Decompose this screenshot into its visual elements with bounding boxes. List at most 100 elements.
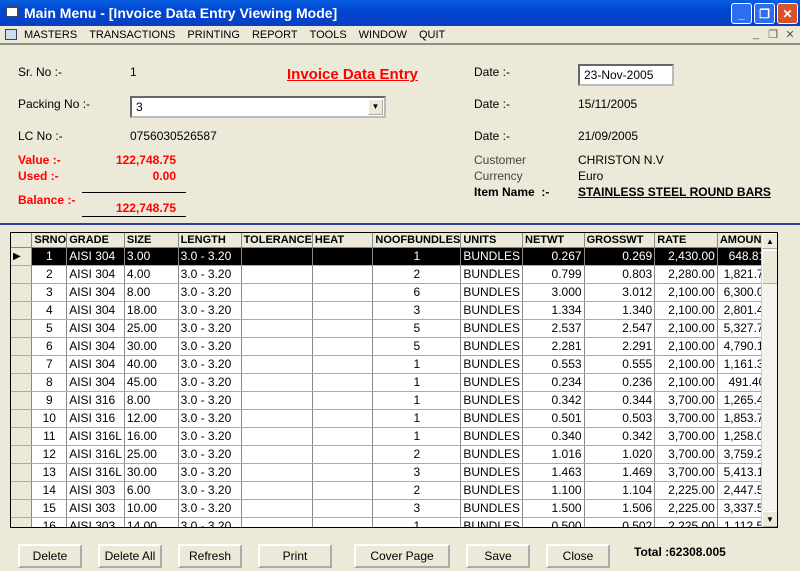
save-button[interactable]: Save <box>466 544 530 568</box>
row-selector[interactable] <box>11 481 33 500</box>
cell-heat[interactable] <box>312 265 374 284</box>
cell-rate[interactable]: 2,280.00 <box>654 265 718 284</box>
cell-noofbundles[interactable]: 3 <box>372 499 462 518</box>
cell-length[interactable]: 3.0 - 3.20 <box>178 517 242 527</box>
scroll-thumb[interactable] <box>762 250 777 284</box>
cell-tolerance[interactable] <box>241 463 313 482</box>
cell-netwt[interactable]: 0.234 <box>522 373 585 392</box>
cell-rate[interactable]: 3,700.00 <box>654 409 718 428</box>
cell-size[interactable]: 10.00 <box>124 499 179 518</box>
cell-srno[interactable]: 14 <box>31 481 68 500</box>
cell-grade[interactable]: AISI 304 <box>66 373 125 392</box>
cell-netwt[interactable]: 1.463 <box>522 463 585 482</box>
column-header-srno[interactable]: SRNO <box>31 233 68 248</box>
cell-srno[interactable]: 15 <box>31 499 68 518</box>
cell-srno[interactable]: 5 <box>31 319 68 338</box>
table-row[interactable]: 8 AISI 304 45.00 3.0 - 3.20 1 BUNDLES 0.234 0.2… <box>11 373 777 392</box>
row-selector[interactable] <box>11 463 33 482</box>
table-row[interactable]: 5 AISI 304 25.00 3.0 - 3.20 5 BUNDLES 2.537 2.5… <box>11 319 777 338</box>
cell-length[interactable]: 3.0 - 3.20 <box>178 265 242 284</box>
column-header-units[interactable]: UNITS <box>460 233 524 248</box>
menu-masters[interactable]: MASTERS <box>24 29 77 41</box>
cell-heat[interactable] <box>312 409 374 428</box>
cell-srno[interactable]: 9 <box>31 391 68 410</box>
column-header-size[interactable]: SIZE <box>124 233 179 248</box>
current-row-indicator-icon[interactable]: ▶ <box>11 247 33 266</box>
column-header-tolerance[interactable]: TOLERANCE <box>241 233 313 248</box>
cell-tolerance[interactable] <box>241 427 313 446</box>
print-button[interactable]: Print <box>258 544 332 568</box>
cell-srno[interactable]: 12 <box>31 445 68 464</box>
cell-tolerance[interactable] <box>241 337 313 356</box>
table-row[interactable]: 13 AISI 316L 30.00 3.0 - 3.20 3 BUNDLES 1.463 1… <box>11 463 777 482</box>
cell-tolerance[interactable] <box>241 319 313 338</box>
cell-netwt[interactable]: 1.016 <box>522 445 585 464</box>
cell-grosswt[interactable]: 1.104 <box>584 481 656 500</box>
row-selector[interactable] <box>11 445 33 464</box>
cell-netwt[interactable]: 3.000 <box>522 283 585 302</box>
cell-units[interactable]: BUNDLES <box>460 247 524 266</box>
cell-heat[interactable] <box>312 517 374 527</box>
cell-grade[interactable]: AISI 316 <box>66 391 125 410</box>
cell-noofbundles[interactable]: 1 <box>372 409 462 428</box>
cell-tolerance[interactable] <box>241 283 313 302</box>
cell-length[interactable]: 3.0 - 3.20 <box>178 445 242 464</box>
cell-srno[interactable]: 16 <box>31 517 68 527</box>
cell-grosswt[interactable]: 2.291 <box>584 337 656 356</box>
cell-grosswt[interactable]: 2.547 <box>584 319 656 338</box>
cell-netwt[interactable]: 0.267 <box>522 247 585 266</box>
cell-srno[interactable]: 2 <box>31 265 68 284</box>
cell-grosswt[interactable]: 0.503 <box>584 409 656 428</box>
cell-units[interactable]: BUNDLES <box>460 391 524 410</box>
table-row[interactable]: 10 AISI 316 12.00 3.0 - 3.20 1 BUNDLES 0.501 0.… <box>11 409 777 428</box>
table-row[interactable]: 7 AISI 304 40.00 3.0 - 3.20 1 BUNDLES 0.553 0.5… <box>11 355 777 374</box>
cell-units[interactable]: BUNDLES <box>460 265 524 284</box>
cell-tolerance[interactable] <box>241 409 313 428</box>
cell-noofbundles[interactable]: 1 <box>372 427 462 446</box>
cell-netwt[interactable]: 1.334 <box>522 301 585 320</box>
cell-units[interactable]: BUNDLES <box>460 517 524 527</box>
cell-length[interactable]: 3.0 - 3.20 <box>178 499 242 518</box>
minimize-button[interactable]: _ <box>731 3 752 24</box>
row-selector[interactable] <box>11 427 33 446</box>
cell-rate[interactable]: 3,700.00 <box>654 391 718 410</box>
cell-length[interactable]: 3.0 - 3.20 <box>178 337 242 356</box>
row-selector[interactable] <box>11 337 33 356</box>
cell-noofbundles[interactable]: 2 <box>372 481 462 500</box>
cell-length[interactable]: 3.0 - 3.20 <box>178 373 242 392</box>
close-button[interactable]: Close <box>546 544 610 568</box>
cell-grade[interactable]: AISI 303 <box>66 481 125 500</box>
cell-grade[interactable]: AISI 316L <box>66 463 125 482</box>
cell-size[interactable]: 16.00 <box>124 427 179 446</box>
cell-srno[interactable]: 6 <box>31 337 68 356</box>
row-selector[interactable] <box>11 319 33 338</box>
menu-printing[interactable]: PRINTING <box>187 29 240 41</box>
cell-size[interactable]: 3.00 <box>124 247 179 266</box>
cell-tolerance[interactable] <box>241 301 313 320</box>
cell-grosswt[interactable]: 0.236 <box>584 373 656 392</box>
table-row[interactable]: 12 AISI 316L 25.00 3.0 - 3.20 2 BUNDLES 1.016 1… <box>11 445 777 464</box>
cell-size[interactable]: 30.00 <box>124 337 179 356</box>
cell-netwt[interactable]: 0.500 <box>522 517 585 527</box>
cell-size[interactable]: 45.00 <box>124 373 179 392</box>
cell-length[interactable]: 3.0 - 3.20 <box>178 409 242 428</box>
cell-size[interactable]: 14.00 <box>124 517 179 527</box>
cell-length[interactable]: 3.0 - 3.20 <box>178 391 242 410</box>
cell-size[interactable]: 8.00 <box>124 283 179 302</box>
cell-grade[interactable]: AISI 303 <box>66 499 125 518</box>
cell-heat[interactable] <box>312 319 374 338</box>
cell-length[interactable]: 3.0 - 3.20 <box>178 427 242 446</box>
cell-units[interactable]: BUNDLES <box>460 319 524 338</box>
cell-size[interactable]: 30.00 <box>124 463 179 482</box>
cell-tolerance[interactable] <box>241 373 313 392</box>
table-row[interactable]: 9 AISI 316 8.00 3.0 - 3.20 1 BUNDLES 0.342 0.34… <box>11 391 777 410</box>
cell-srno[interactable]: 3 <box>31 283 68 302</box>
cell-noofbundles[interactable]: 6 <box>372 283 462 302</box>
row-selector[interactable] <box>11 517 33 527</box>
row-selector[interactable] <box>11 283 33 302</box>
cell-length[interactable]: 3.0 - 3.20 <box>178 355 242 374</box>
cell-grade[interactable]: AISI 304 <box>66 355 125 374</box>
cell-tolerance[interactable] <box>241 247 313 266</box>
cell-grade[interactable]: AISI 303 <box>66 517 125 527</box>
table-row[interactable]: ▶ 1 AISI 304 3.00 3.0 - 3.20 1 BUNDLES 0.267 0.2… <box>11 247 777 266</box>
